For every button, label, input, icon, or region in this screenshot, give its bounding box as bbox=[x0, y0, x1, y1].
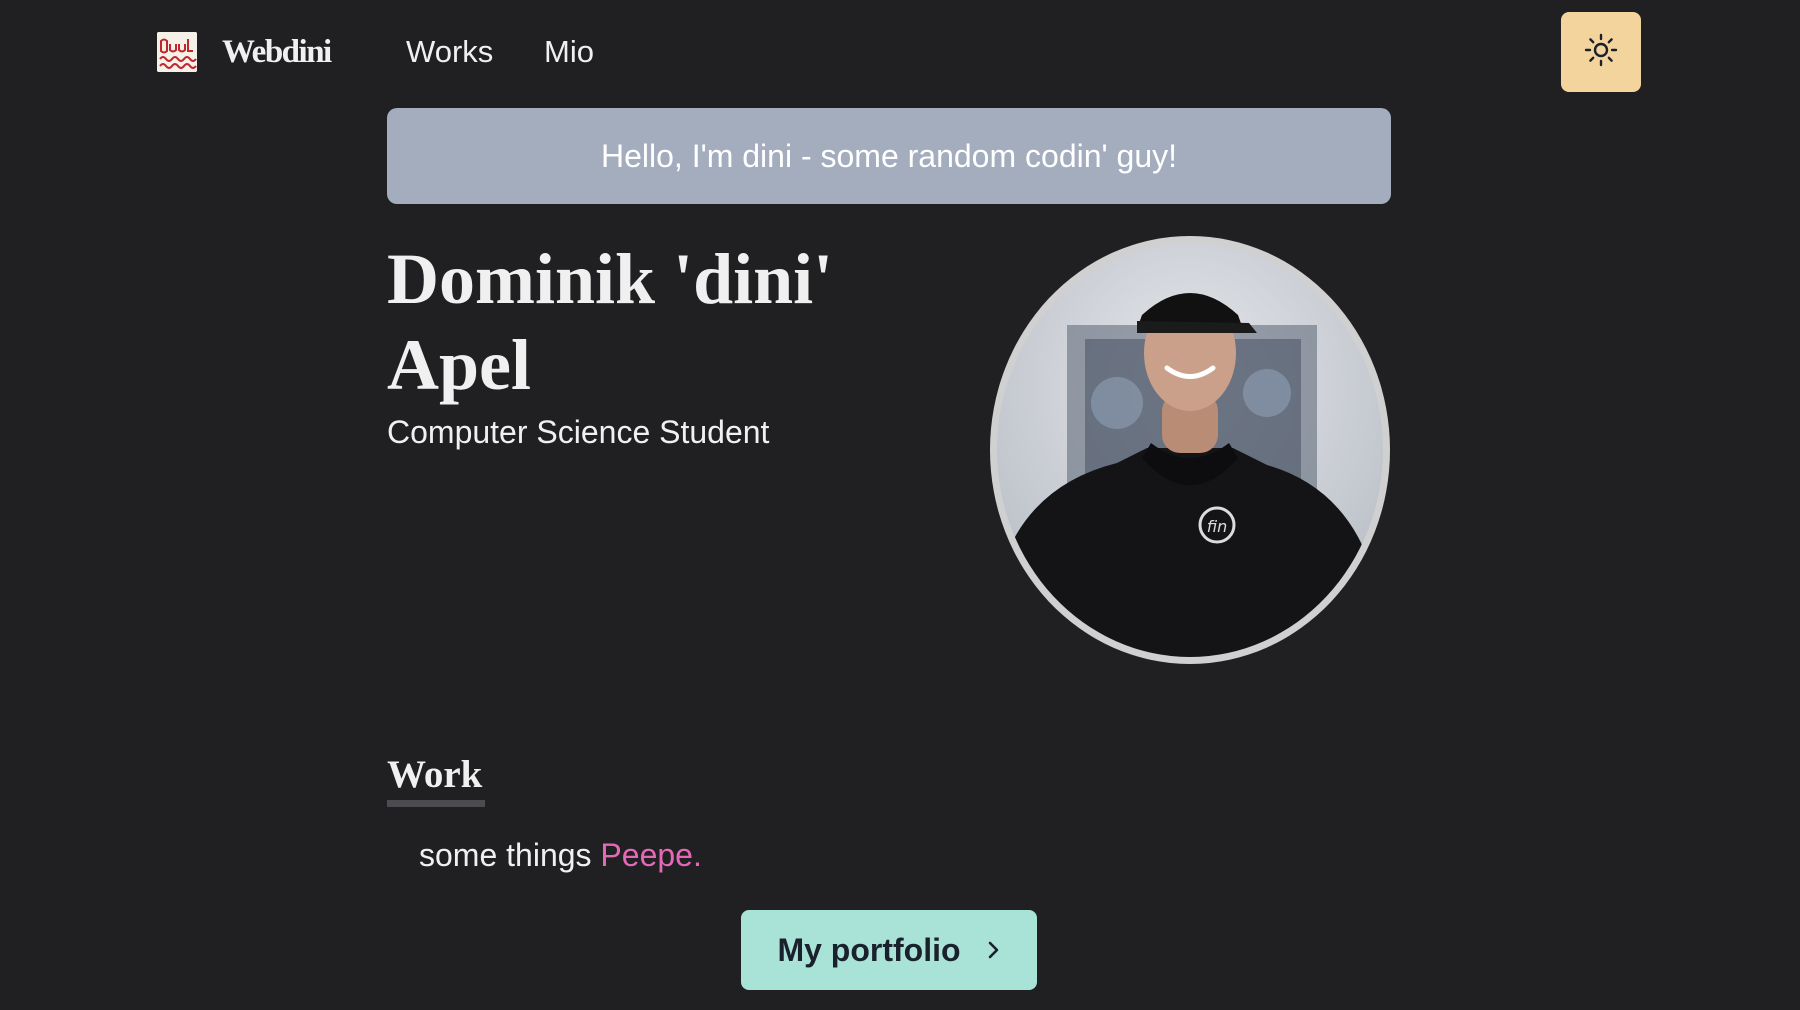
work-description-text: some things bbox=[419, 837, 601, 873]
chevron-right-icon bbox=[987, 940, 1001, 960]
sun-icon bbox=[1584, 33, 1618, 72]
section-underline bbox=[387, 800, 485, 807]
work-description: some things Peepe. bbox=[419, 834, 702, 876]
profile-name: Dominik 'dini' Apel bbox=[387, 239, 834, 405]
peepe-link[interactable]: Peepe. bbox=[600, 837, 701, 873]
my-portfolio-button[interactable]: My portfolio bbox=[741, 910, 1037, 990]
profile-job-title: Computer Science Student bbox=[387, 414, 770, 450]
navbar: Webdini Works Mio bbox=[0, 0, 1800, 104]
nav-link-mio[interactable]: Mio bbox=[544, 32, 594, 72]
nav-link-works[interactable]: Works bbox=[406, 32, 493, 72]
work-section-heading: Work bbox=[387, 753, 483, 796]
brand-title: Webdini bbox=[222, 33, 332, 70]
logo-icon bbox=[157, 32, 197, 72]
profile-avatar: fin bbox=[990, 236, 1390, 664]
svg-text:fin: fin bbox=[1207, 517, 1227, 536]
theme-toggle-button[interactable] bbox=[1561, 12, 1641, 92]
brand-logo-link[interactable]: Webdini bbox=[157, 30, 332, 74]
greeting-banner: Hello, I'm dini - some random codin' guy… bbox=[387, 108, 1391, 204]
portfolio-button-label: My portfolio bbox=[777, 931, 961, 968]
